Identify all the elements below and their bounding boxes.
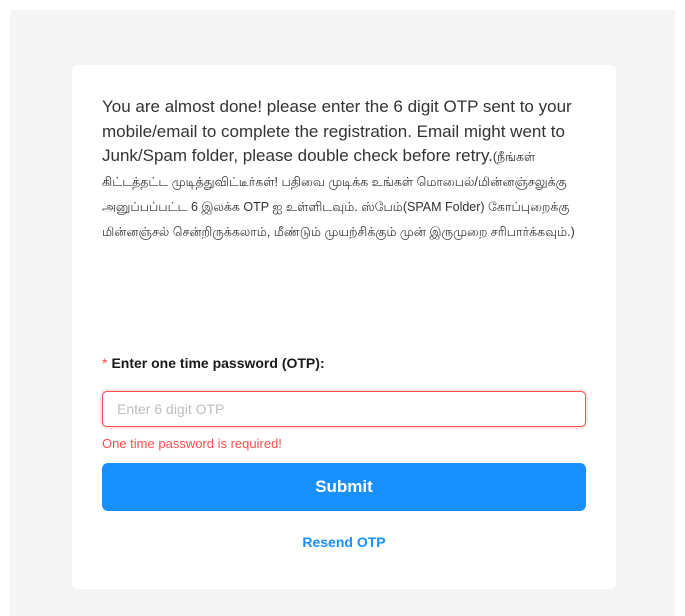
otp-instructions: You are almost done! please enter the 6 … bbox=[102, 95, 592, 245]
required-marker: * bbox=[102, 355, 108, 371]
resend-otp-link[interactable]: Resend OTP bbox=[72, 534, 616, 550]
otp-label-colon: : bbox=[319, 355, 325, 371]
otp-error-message: One time password is required! bbox=[102, 436, 282, 451]
submit-button[interactable]: Submit bbox=[102, 463, 586, 511]
otp-input[interactable] bbox=[102, 391, 586, 427]
otp-label-text: Enter one time password (OTP) bbox=[111, 355, 320, 371]
otp-card: You are almost done! please enter the 6 … bbox=[72, 65, 616, 589]
otp-field-label: * Enter one time password (OTP): bbox=[102, 355, 325, 371]
page-background: You are almost done! please enter the 6 … bbox=[10, 10, 675, 616]
